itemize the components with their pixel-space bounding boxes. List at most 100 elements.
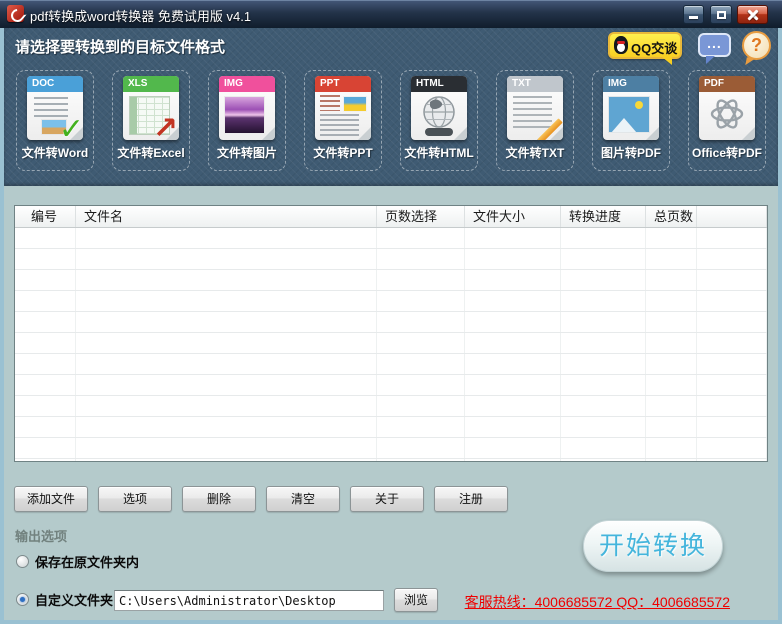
table-row [15, 438, 767, 459]
table-cell [377, 333, 465, 353]
file-table: 编号 文件名 页数选择 文件大小 转换进度 总页数 [14, 205, 768, 462]
table-cell [646, 417, 697, 437]
column-header-文件名[interactable]: 文件名 [76, 206, 377, 227]
options-button[interactable]: 选项 [98, 486, 172, 512]
table-cell [646, 354, 697, 374]
output-options-label: 输出选项 [15, 529, 68, 544]
table-row [15, 333, 767, 354]
format-button-label: 文件转TXT [505, 146, 565, 160]
table-cell [646, 249, 697, 269]
table-cell [377, 270, 465, 290]
add-files-button[interactable]: 添加文件 [14, 486, 88, 512]
table-row [15, 375, 767, 396]
message-bubble-button[interactable]: ... [698, 33, 731, 64]
table-cell [76, 459, 377, 461]
table-row [15, 270, 767, 291]
hotline-link[interactable]: 客服热线：4006685572 QQ：4006685572 [465, 592, 730, 612]
format-button-label: 文件转Excel [117, 146, 185, 160]
about-button[interactable]: 关于 [350, 486, 424, 512]
table-cell [561, 459, 646, 461]
table-row [15, 291, 767, 312]
table-row [15, 228, 767, 249]
radio-original-icon[interactable] [16, 555, 29, 568]
table-cell [15, 312, 76, 332]
close-button[interactable] [737, 5, 768, 24]
main-area: 编号 文件名 页数选择 文件大小 转换进度 总页数 添加文件 选项 删除 清空 关于 注册 输出选项… [4, 186, 778, 620]
table-cell [561, 396, 646, 416]
html-file-icon: HTML [411, 76, 467, 140]
table-cell [377, 291, 465, 311]
table-cell [561, 375, 646, 395]
txt-file-icon: TXT [507, 76, 563, 140]
img2pdf-file-icon: IMG [603, 76, 659, 140]
maximize-button[interactable] [710, 5, 732, 24]
column-header-总页数[interactable]: 总页数 [646, 206, 697, 227]
qq-penguin-icon [614, 36, 628, 54]
table-cell [561, 228, 646, 248]
table-cell [697, 354, 767, 374]
table-cell [465, 354, 561, 374]
table-cell [697, 459, 767, 461]
ppt-file-icon: PPT [315, 76, 371, 140]
browse-button[interactable]: 浏览 [394, 588, 438, 612]
radio-custom-icon[interactable] [16, 593, 29, 606]
minimize-button[interactable] [683, 5, 704, 24]
output-path-input[interactable] [114, 590, 384, 611]
format-button-excel[interactable]: XLS ↗ 文件转Excel [112, 70, 190, 171]
word-file-icon: DOC ✓ [27, 76, 83, 140]
column-header-blank[interactable] [697, 206, 767, 227]
table-cell [15, 438, 76, 458]
table-cell [697, 417, 767, 437]
format-button-office2pdf[interactable]: PDF Office转PDF [688, 70, 766, 171]
table-cell [377, 396, 465, 416]
format-button-label: 图片转PDF [600, 146, 661, 160]
register-button[interactable]: 注册 [434, 486, 508, 512]
table-cell [646, 459, 697, 461]
table-cell [465, 228, 561, 248]
table-cell [697, 375, 767, 395]
format-button-word[interactable]: DOC ✓ 文件转Word [16, 70, 94, 171]
table-cell [76, 354, 377, 374]
format-button-label: Office转PDF [691, 146, 762, 160]
table-cell [561, 270, 646, 290]
pdf-app-icon [7, 5, 24, 22]
help-button[interactable]: ? [742, 31, 771, 60]
table-cell [697, 249, 767, 269]
format-button-html[interactable]: HTML 文件转HTML [400, 70, 478, 171]
qq-chat-label: QQ交谈 [631, 41, 678, 56]
minimize-icon [689, 16, 698, 19]
radio-save-original[interactable]: 保存在原文件夹内 [16, 552, 139, 571]
table-cell [646, 228, 697, 248]
table-cell [15, 270, 76, 290]
table-cell [377, 417, 465, 437]
table-cell [15, 354, 76, 374]
delete-button[interactable]: 删除 [182, 486, 256, 512]
radio-original-label: 保存在原文件夹内 [35, 555, 140, 570]
table-cell [697, 312, 767, 332]
radio-custom-folder[interactable]: 自定义文件夹 [16, 590, 113, 609]
table-cell [15, 333, 76, 353]
table-cell [646, 270, 697, 290]
column-header-页数选择[interactable]: 页数选择 [377, 206, 465, 227]
clear-button[interactable]: 清空 [266, 486, 340, 512]
table-cell [15, 228, 76, 248]
column-header-文件大小[interactable]: 文件大小 [465, 206, 561, 227]
start-convert-button[interactable]: 开始转换 [583, 520, 723, 572]
excel-file-icon: XLS ↗ [123, 76, 179, 140]
table-cell [561, 417, 646, 437]
table-cell [377, 459, 465, 461]
table-cell [646, 438, 697, 458]
table-cell [465, 396, 561, 416]
column-header-编号[interactable]: 编号 [15, 206, 76, 227]
table-cell [465, 312, 561, 332]
titlebar[interactable]: pdf转换成word转换器 免费试用版 v4.1 [0, 0, 782, 28]
format-button-txt[interactable]: TXT 文件转TXT [496, 70, 574, 171]
table-row [15, 459, 767, 461]
qq-chat-button[interactable]: QQ交谈 [608, 32, 682, 65]
column-header-转换进度[interactable]: 转换进度 [561, 206, 646, 227]
table-cell [76, 375, 377, 395]
format-button-image[interactable]: IMG 文件转图片 [208, 70, 286, 171]
format-button-img2pdf[interactable]: IMG 图片转PDF [592, 70, 670, 171]
format-button-ppt[interactable]: PPT 文件转PPT [304, 70, 382, 171]
close-icon [738, 6, 767, 23]
